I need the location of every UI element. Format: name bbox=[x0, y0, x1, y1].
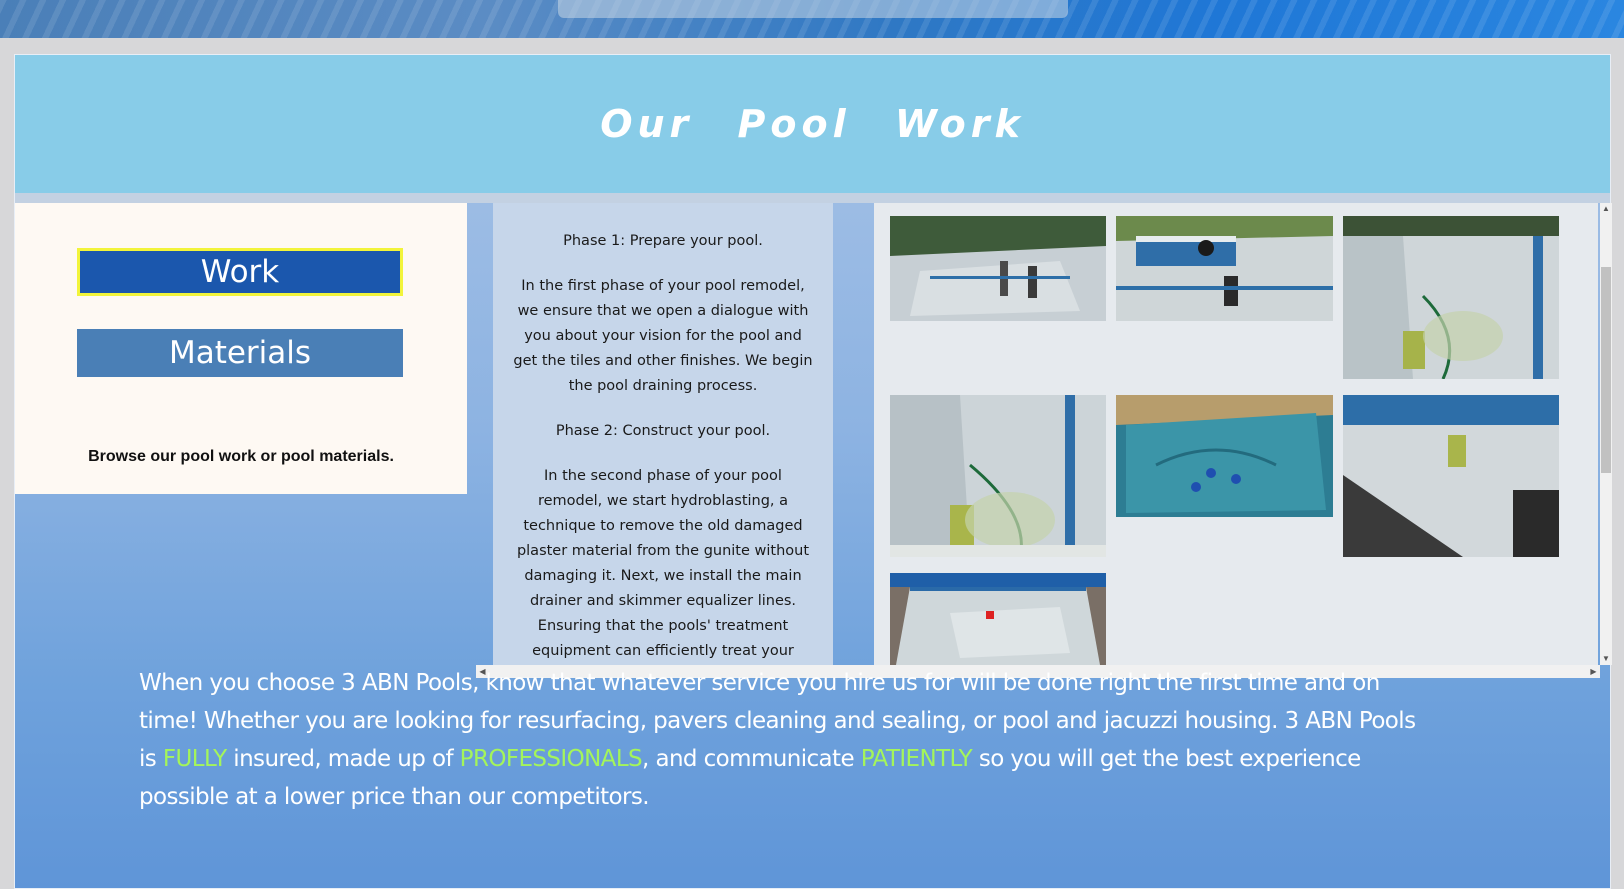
promo-text-3: , and communicate bbox=[642, 746, 861, 772]
gallery-photo-1[interactable] bbox=[890, 216, 1106, 321]
gallery-photo-6[interactable] bbox=[1343, 395, 1559, 557]
phase-2-body: In the second phase of your pool remodel… bbox=[516, 468, 810, 678]
materials-button[interactable]: Materials bbox=[77, 329, 403, 377]
highlight-patiently: PATIENTLY bbox=[860, 746, 973, 772]
scroll-right-icon[interactable]: ▶ bbox=[1587, 665, 1600, 678]
vertical-scrollbar[interactable]: ▲ ▼ bbox=[1600, 203, 1612, 665]
nav-card: Work Materials Browse our pool work or p… bbox=[15, 203, 467, 494]
scroll-down-icon[interactable]: ▼ bbox=[1600, 653, 1612, 665]
phases-text-column: Phase 1: Prepare your pool. In the first… bbox=[493, 203, 833, 678]
gallery-photo-4[interactable] bbox=[890, 395, 1106, 557]
gallery-photo-5[interactable] bbox=[1116, 395, 1333, 517]
divider bbox=[15, 193, 1610, 203]
hero-banner: Our Pool Work bbox=[15, 55, 1610, 193]
work-button[interactable]: Work bbox=[77, 248, 403, 296]
phase-1-body: In the first phase of your pool remodel,… bbox=[513, 278, 813, 394]
top-water-banner bbox=[0, 0, 1624, 38]
gallery-photo-2[interactable] bbox=[1116, 216, 1333, 321]
highlight-professionals: PROFESSIONALS bbox=[459, 746, 643, 772]
phase-2-title: Phase 2: Construct your pool. bbox=[555, 423, 771, 439]
gallery-photo-7[interactable] bbox=[890, 573, 1106, 665]
browse-caption: Browse our pool work or pool materials. bbox=[88, 448, 394, 465]
scrollbar-thumb[interactable] bbox=[1601, 267, 1611, 473]
scroll-container[interactable]: Phase 1: Prepare your pool. In the first… bbox=[476, 203, 1612, 678]
photo-gallery bbox=[874, 203, 1598, 665]
scroll-up-icon[interactable]: ▲ bbox=[1600, 203, 1612, 215]
promo-text-2: insured, made up of bbox=[226, 746, 460, 772]
gallery-photo-3[interactable] bbox=[1343, 216, 1559, 379]
page-title: Our Pool Work bbox=[600, 102, 1025, 146]
phase-1-title: Phase 1: Prepare your pool. bbox=[563, 233, 763, 249]
promo-paragraph: When you choose 3 ABN Pools, know that w… bbox=[139, 664, 1439, 816]
top-nav-tab bbox=[558, 0, 1068, 18]
highlight-fully: FULLY bbox=[162, 746, 227, 772]
